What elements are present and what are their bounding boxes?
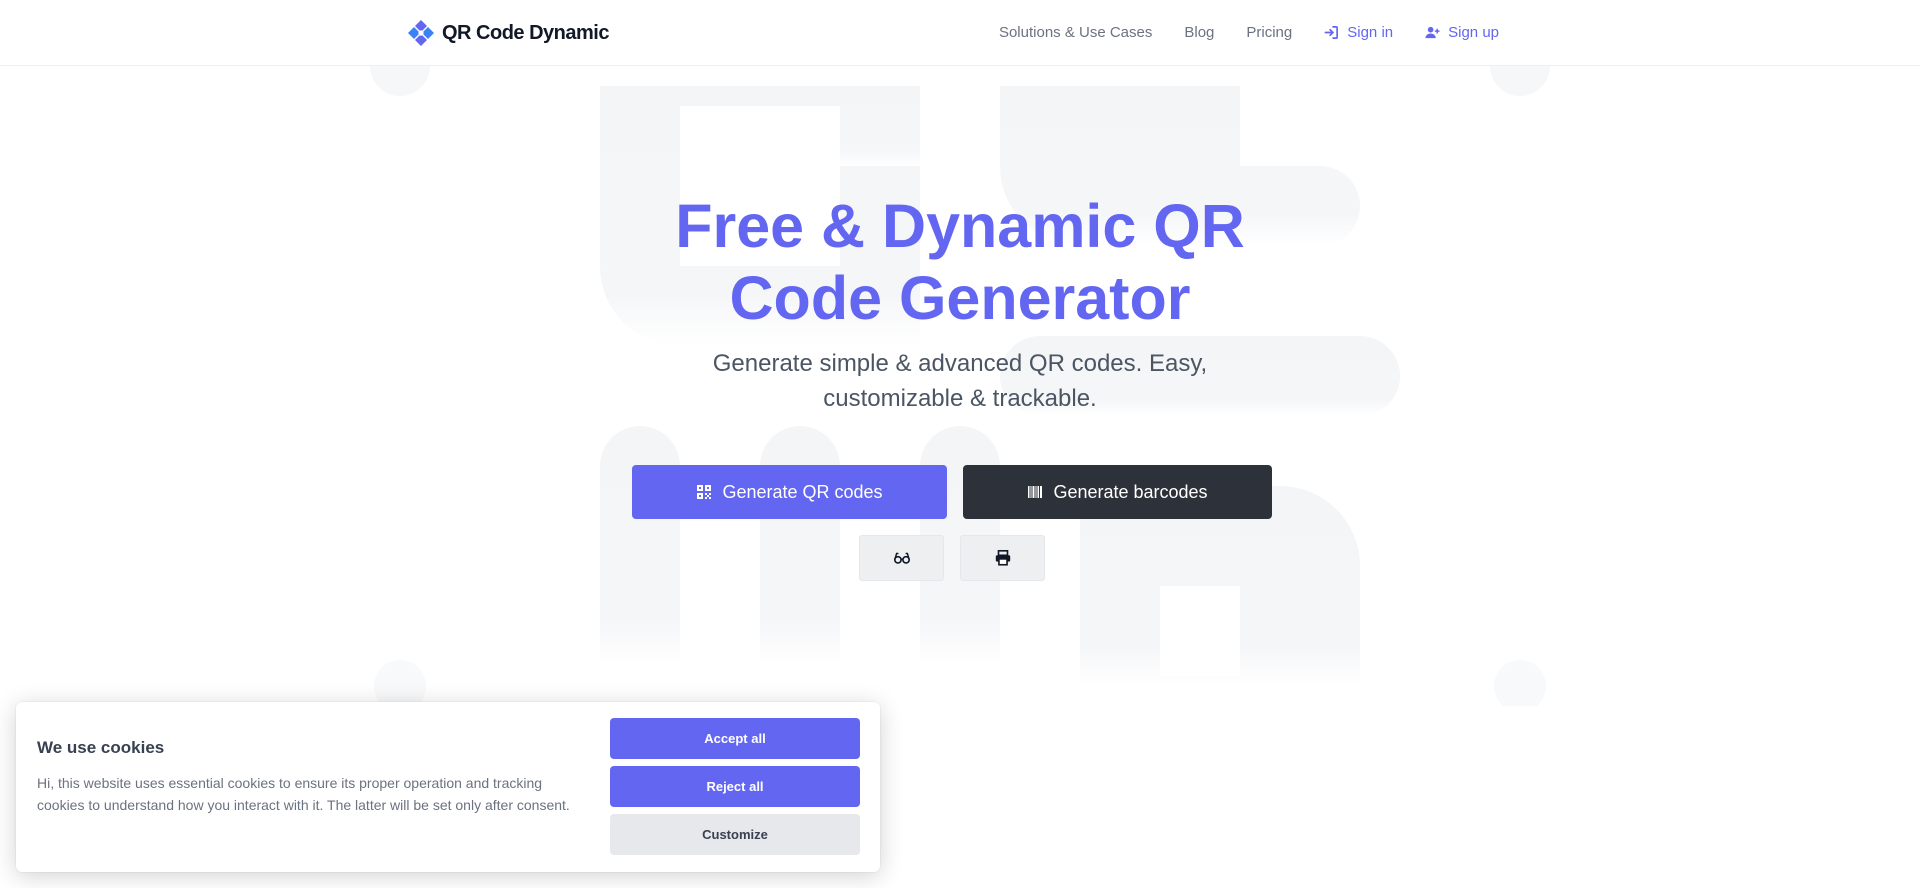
generate-barcodes-label: Generate barcodes bbox=[1053, 481, 1208, 502]
customize-button[interactable]: Customize bbox=[610, 814, 860, 855]
generate-qr-button[interactable]: Generate QR codes bbox=[632, 465, 947, 519]
site-header: QR Code Dynamic Solutions & Use Cases Bl… bbox=[0, 0, 1920, 66]
nav-pricing-link[interactable]: Pricing bbox=[1246, 24, 1292, 41]
nav-label: Solutions & Use Cases bbox=[998, 23, 1153, 41]
hero-subtitle: Generate simple & advanced QR codes. Eas… bbox=[712, 350, 1208, 412]
nav-label: Sign in bbox=[1347, 23, 1394, 41]
nav-label: Blog bbox=[1184, 23, 1215, 41]
generate-qr-label: Generate QR codes bbox=[722, 481, 883, 502]
glasses-button[interactable] bbox=[859, 535, 944, 581]
printer-icon bbox=[995, 549, 1010, 566]
nav-sign-in-link[interactable]: Sign in bbox=[1324, 24, 1393, 41]
cookie-buttons: Accept all Reject all Customize bbox=[610, 718, 860, 855]
sign-in-icon bbox=[1324, 25, 1339, 39]
cookie-text: Hi, this website uses essential cookies … bbox=[37, 775, 570, 813]
logo-icon bbox=[408, 20, 434, 46]
nav-blog-link[interactable]: Blog bbox=[1184, 24, 1214, 41]
print-button[interactable] bbox=[960, 535, 1045, 581]
glasses-icon bbox=[893, 552, 910, 564]
logo-text: QR Code Dynamic bbox=[442, 21, 609, 44]
main-nav: Solutions & Use Cases Blog Pricing Sign … bbox=[967, 0, 1499, 64]
hero-section: Free & Dynamic QR Code Generator Generat… bbox=[0, 190, 1920, 416]
nav-solutions-link[interactable]: Solutions & Use Cases bbox=[999, 24, 1152, 41]
nav-label: Pricing bbox=[1246, 23, 1293, 41]
mini-action-row bbox=[859, 535, 1045, 581]
user-plus-icon bbox=[1425, 26, 1440, 38]
accept-all-button[interactable]: Accept all bbox=[610, 718, 860, 759]
cookie-title: We use cookies bbox=[37, 738, 165, 757]
qr-code-icon bbox=[697, 485, 712, 499]
reject-all-button[interactable]: Reject all bbox=[610, 766, 860, 807]
cookie-banner: We use cookies Hi, this website uses ess… bbox=[16, 702, 880, 872]
nav-label: Sign up bbox=[1448, 23, 1499, 41]
generate-barcodes-button[interactable]: Generate barcodes bbox=[963, 465, 1272, 519]
cta-row: Generate QR codes Generate barcodes bbox=[632, 465, 1272, 519]
hero-title: Free & Dynamic QR Code Generator bbox=[675, 192, 1245, 332]
logo[interactable]: QR Code Dynamic bbox=[406, 17, 609, 49]
barcode-icon bbox=[1028, 486, 1043, 498]
nav-sign-up-link[interactable]: Sign up bbox=[1425, 24, 1499, 41]
